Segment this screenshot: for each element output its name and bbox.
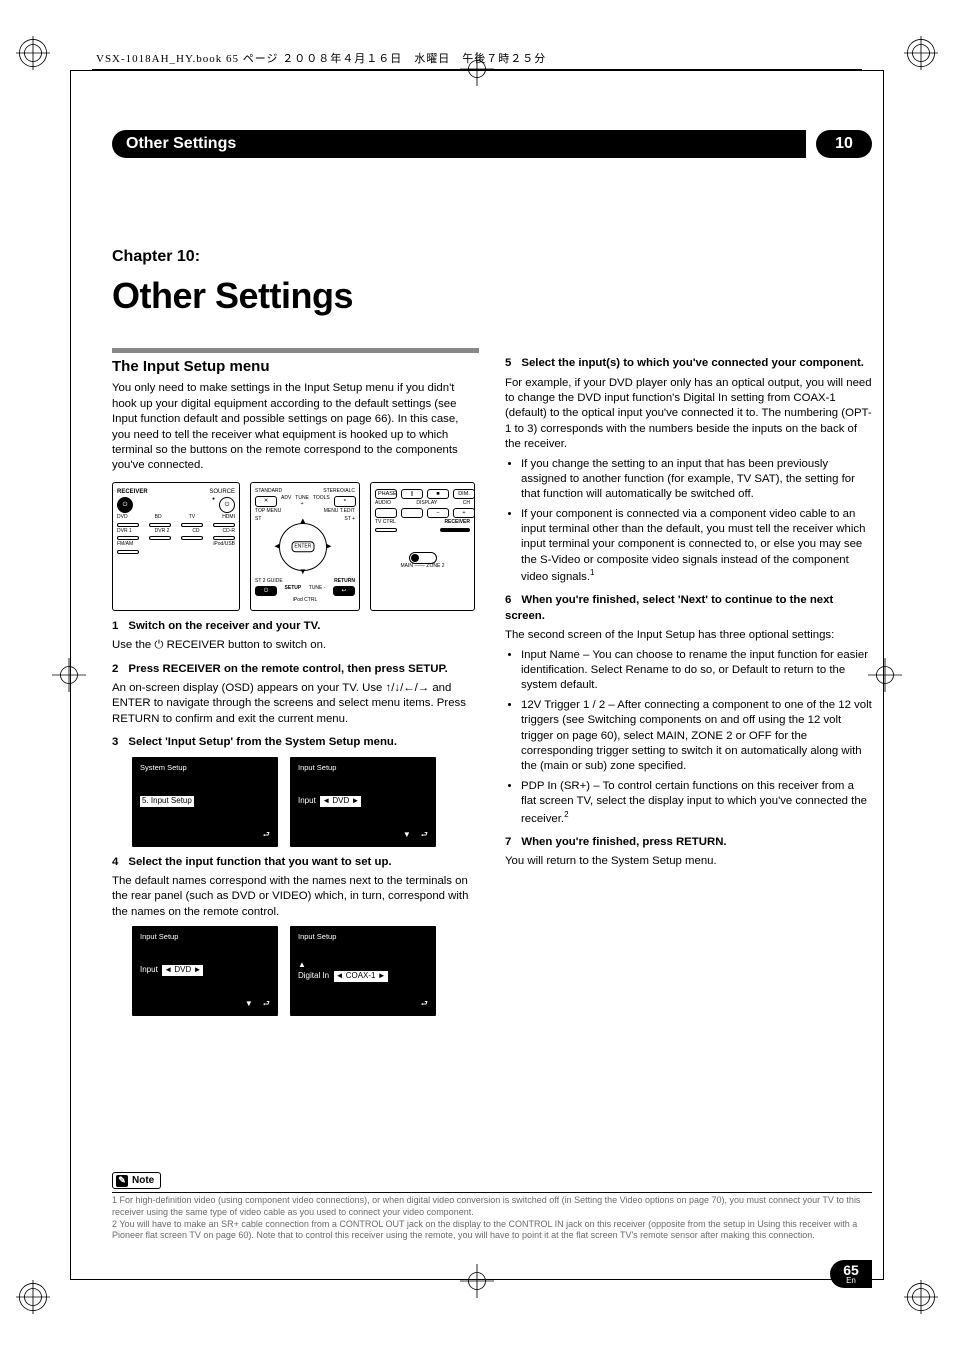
step7-head: When you're finished, press RETURN. <box>521 836 726 848</box>
crosshair-left <box>52 658 86 692</box>
registration-mark-tr <box>904 36 938 70</box>
section-title: The Input Setup menu <box>112 357 479 377</box>
crosshair-right <box>868 658 902 692</box>
step5-body: For example, if your DVD player only has… <box>505 376 872 453</box>
zone-switch-icon <box>409 552 437 564</box>
step5-bullet1: If you change the setting to an input th… <box>521 457 872 503</box>
note-2: 2 You will have to make an SR+ cable con… <box>112 1219 872 1242</box>
registration-mark-bl <box>16 1280 50 1314</box>
step4-body: The default names correspond with the na… <box>112 874 479 920</box>
registration-mark-tl <box>16 36 50 70</box>
chapter-number-badge: 10 <box>816 130 872 158</box>
step6-item1: Input Name – You can choose to rename th… <box>521 648 872 694</box>
step3-head: Select 'Input Setup' from the System Set… <box>128 736 397 748</box>
chapter-label: Chapter 10: <box>112 246 872 268</box>
step1-body: Use the ⏻ RECEIVER button to switch on. <box>112 638 479 653</box>
section-header: Other Settings <box>112 130 806 158</box>
crosshair-bottom <box>460 1264 494 1298</box>
step6-body: The second screen of the Input Setup has… <box>505 628 872 643</box>
step6-head: When you're finished, select 'Next' to c… <box>505 594 833 621</box>
chapter-title: Other Settings <box>112 272 872 321</box>
remote-diagram: RECEIVERSOURCE ⏻●⏻ DVDBDTVHDMI DVR 1DVR … <box>112 482 479 611</box>
step1-head: Switch on the receiver and your TV. <box>128 620 320 632</box>
step6-item2: 12V Trigger 1 / 2 – After connecting a c… <box>521 698 872 775</box>
step6-item3: PDP In (SR+) – To control certain functi… <box>521 779 872 827</box>
note-1: 1 For high-definition video (using compo… <box>112 1195 872 1218</box>
header-rule <box>92 69 862 70</box>
step2-body: An on-screen display (OSD) appears on yo… <box>112 681 479 727</box>
step2-head: Press RECEIVER on the remote control, th… <box>128 663 447 675</box>
step7-body: You will return to the System Setup menu… <box>505 854 872 869</box>
page-number-badge: 65 En <box>830 1260 872 1288</box>
note-icon: ✎ <box>116 1175 128 1187</box>
step5-bullet2: If your component is connected via a com… <box>521 507 872 586</box>
intro-paragraph: You only need to make settings in the In… <box>112 381 479 473</box>
registration-mark-br <box>904 1280 938 1314</box>
step4-head: Select the input function that you want … <box>128 856 391 868</box>
book-header: VSX-1018AH_HY.book 65 ページ ２００８年４月１６日 水曜日… <box>96 52 546 67</box>
osd-screens-1: System Setup 5. Input Setup ⮐ Input Setu… <box>132 757 479 847</box>
section-accent <box>112 348 479 353</box>
osd-screens-2: Input Setup Input ◄ DVD ► ▼⮐ Input Setup… <box>132 926 479 1016</box>
step5-head: Select the input(s) to which you've conn… <box>521 357 864 369</box>
note-heading: ✎ Note <box>112 1172 161 1190</box>
